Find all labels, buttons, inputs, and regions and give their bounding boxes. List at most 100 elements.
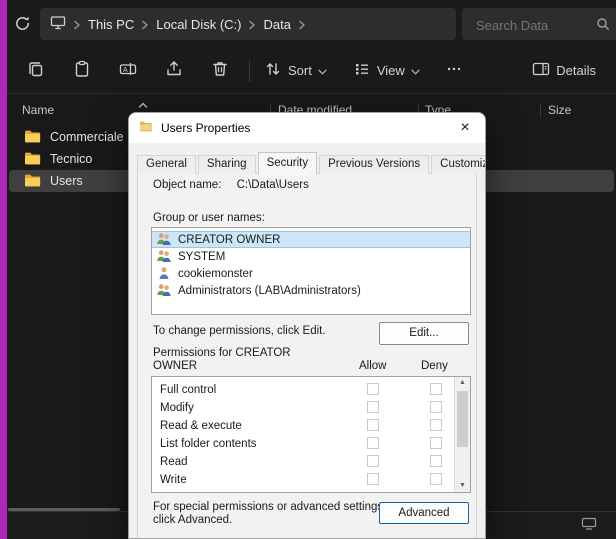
breadcrumb-this-pc[interactable]: This PC <box>88 17 134 32</box>
principal-row-cookiemonster[interactable]: cookiemonster <box>152 265 470 282</box>
principal-name: cookiemonster <box>178 268 253 280</box>
group-list-label: Group or user names: <box>153 212 265 224</box>
allow-checkbox[interactable] <box>367 437 379 449</box>
column-header-name[interactable]: Name <box>22 103 54 117</box>
chevron-down-icon <box>411 63 420 78</box>
svg-text:A: A <box>123 67 128 74</box>
advanced-button[interactable]: Advanced <box>379 502 469 524</box>
column-divider[interactable] <box>540 103 541 117</box>
deny-checkbox[interactable] <box>430 437 442 449</box>
share-icon <box>164 59 184 82</box>
desktop: This PC Local Disk (C:) Data A <box>0 0 616 539</box>
view-button[interactable]: View <box>347 55 426 87</box>
search-input[interactable] <box>474 14 588 36</box>
principal-row-creator-owner[interactable]: CREATOR OWNER <box>152 231 470 248</box>
sort-ascending-icon <box>138 97 148 111</box>
tab-sharing[interactable]: Sharing <box>198 155 256 174</box>
view-label: View <box>377 63 405 78</box>
folder-icon <box>24 151 41 168</box>
sort-button[interactable]: Sort <box>258 55 333 87</box>
search-icon <box>596 17 610 36</box>
principal-row-administrators[interactable]: Administrators (LAB\Administrators) <box>152 282 470 299</box>
allow-checkbox[interactable] <box>367 401 379 413</box>
permissions-list: Full control Modify Read & execute List … <box>151 376 471 493</box>
users-icon <box>156 283 172 299</box>
tab-general[interactable]: General <box>137 155 196 174</box>
permission-row-list-folder-contents[interactable]: List folder contents <box>152 435 470 453</box>
permission-row-modify[interactable]: Modify <box>152 399 470 417</box>
background-app-edge <box>0 0 7 539</box>
scroll-down-icon[interactable]: ▼ <box>455 480 470 492</box>
permissions-for-label: Permissions for CREATOR OWNER <box>153 347 305 373</box>
tab-security[interactable]: Security <box>258 152 318 174</box>
permission-row-read[interactable]: Read <box>152 453 470 471</box>
allow-checkbox[interactable] <box>367 383 379 395</box>
advanced-hint: For special permissions or advanced sett… <box>153 501 398 526</box>
security-tab-content: Object name: C:\Data\Users Group or user… <box>129 113 485 538</box>
permission-row-full-control[interactable]: Full control <box>152 381 470 399</box>
breadcrumb-chevron-icon[interactable] <box>141 20 149 30</box>
status-view-toggle[interactable] <box>580 517 598 533</box>
principal-name: CREATOR OWNER <box>178 234 280 246</box>
permission-row-write[interactable]: Write <box>152 471 470 489</box>
breadcrumb-chevron-icon[interactable] <box>298 20 306 30</box>
allow-checkbox[interactable] <box>367 473 379 485</box>
deny-checkbox[interactable] <box>430 473 442 485</box>
breadcrumb-chevron-icon[interactable] <box>73 20 81 30</box>
scroll-up-icon[interactable]: ▲ <box>455 377 470 389</box>
delete-button[interactable] <box>203 55 237 87</box>
deny-column-label: Deny <box>421 360 448 372</box>
permission-name: Read & execute <box>160 420 242 432</box>
copy-button[interactable] <box>19 55 53 87</box>
details-panel-icon <box>532 61 550 80</box>
file-name: Commerciale <box>50 130 124 144</box>
tab-customize[interactable]: Customize <box>431 155 486 174</box>
principal-name: SYSTEM <box>178 251 225 263</box>
this-pc-icon <box>50 15 66 33</box>
search-box[interactable] <box>462 8 616 40</box>
trash-icon <box>210 59 230 82</box>
allow-checkbox[interactable] <box>367 455 379 467</box>
users-icon <box>156 232 172 248</box>
details-button[interactable]: Details <box>526 55 602 87</box>
object-name-value: C:\Data\Users <box>237 179 309 191</box>
user-icon <box>156 266 172 282</box>
vertical-scrollbar[interactable]: ▲ ▼ <box>454 377 470 492</box>
scrollbar-thumb[interactable] <box>457 391 468 447</box>
more-options-button[interactable] <box>440 55 468 87</box>
file-name: Users <box>50 174 83 188</box>
principal-row-system[interactable]: SYSTEM <box>152 248 470 265</box>
breadcrumb-data[interactable]: Data <box>263 17 290 32</box>
permission-name: Write <box>160 474 187 486</box>
users-icon <box>156 249 172 265</box>
tab-previous-versions[interactable]: Previous Versions <box>319 155 429 174</box>
sort-label: Sort <box>288 63 312 78</box>
breadcrumb-local-disk-c[interactable]: Local Disk (C:) <box>156 17 241 32</box>
permission-name: Read <box>160 456 188 468</box>
deny-checkbox[interactable] <box>430 455 442 467</box>
horizontal-scrollbar[interactable] <box>8 508 120 511</box>
address-bar[interactable]: This PC Local Disk (C:) Data <box>40 8 456 40</box>
permission-name: Modify <box>160 402 194 414</box>
toolbar-divider <box>249 60 250 82</box>
rename-button[interactable]: A <box>111 55 145 87</box>
share-button[interactable] <box>157 55 191 87</box>
refresh-icon <box>13 21 32 36</box>
refresh-button[interactable] <box>11 14 33 36</box>
object-name-label: Object name: <box>153 179 221 191</box>
deny-checkbox[interactable] <box>430 383 442 395</box>
deny-checkbox[interactable] <box>430 401 442 413</box>
column-header-size[interactable]: Size <box>548 103 571 117</box>
permission-name: List folder contents <box>160 438 257 450</box>
deny-checkbox[interactable] <box>430 419 442 431</box>
copy-icon <box>26 59 46 82</box>
file-name: Tecnico <box>50 152 92 166</box>
monitor-icon <box>581 518 597 533</box>
allow-checkbox[interactable] <box>367 419 379 431</box>
edit-button[interactable]: Edit... <box>379 322 469 345</box>
permission-row-read-execute[interactable]: Read & execute <box>152 417 470 435</box>
breadcrumb-chevron-icon[interactable] <box>248 20 256 30</box>
explorer-navbar: This PC Local Disk (C:) Data <box>7 0 616 48</box>
paste-button[interactable] <box>65 55 99 87</box>
paste-icon <box>72 59 92 82</box>
